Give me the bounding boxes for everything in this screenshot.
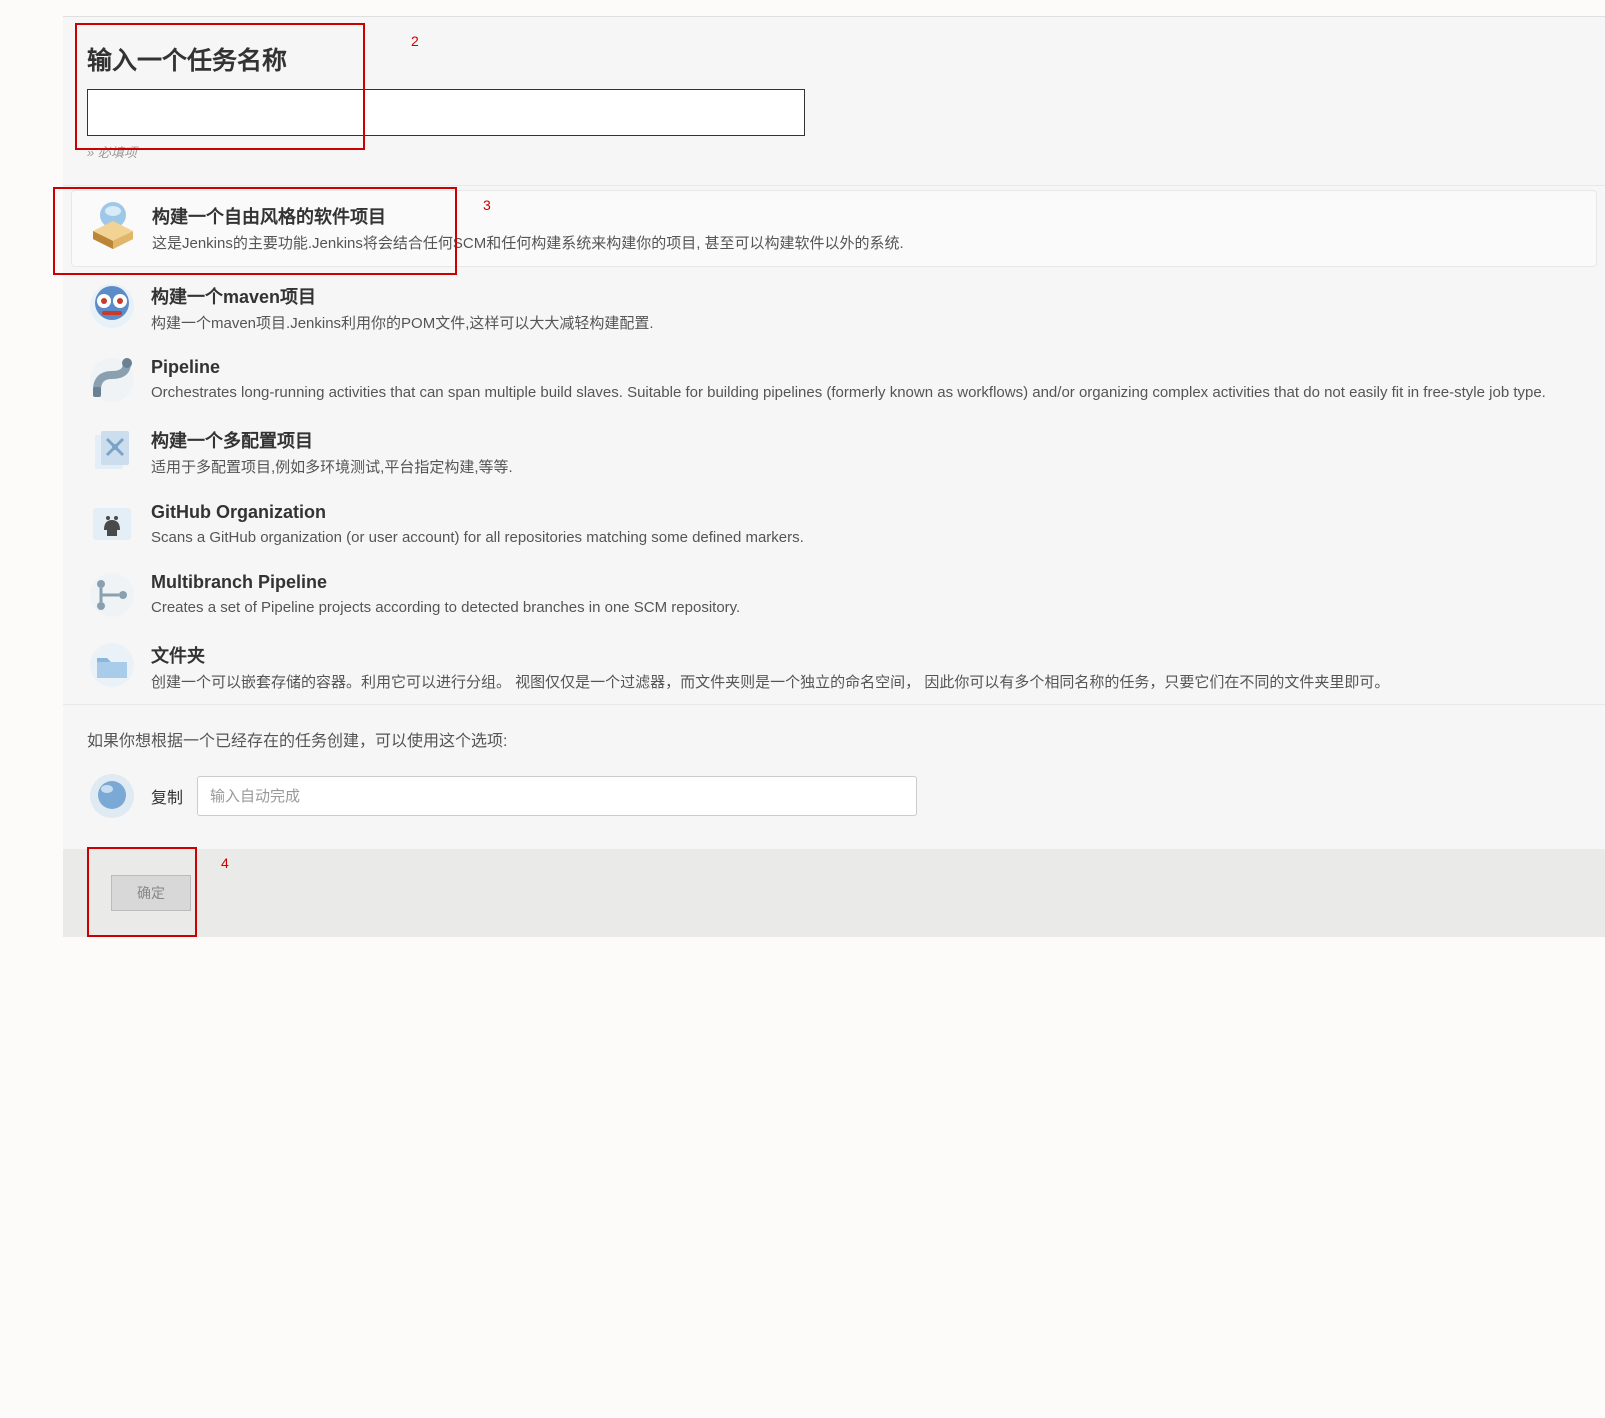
copy-hint: 如果你想根据一个已经存在的任务创建，可以使用这个选项: [87,727,1581,751]
item-desc: 创建一个可以嵌套存储的容器。利用它可以进行分组。 视图仅仅是一个过滤器，而文件夹… [151,672,1581,695]
project-types-list: 构建一个自由风格的软件项目 这是Jenkins的主要功能.Jenkins将会结合… [63,185,1605,704]
item-content: Pipeline Orchestrates long-running activ… [151,355,1581,405]
project-type-folder[interactable]: 文件夹 创建一个可以嵌套存储的容器。利用它可以进行分组。 视图仅仅是一个过滤器，… [63,630,1605,705]
ok-button[interactable]: 确定 [111,875,191,911]
annotation-label-4: 4 [221,855,229,871]
item-title: 构建一个maven项目 [151,283,1581,309]
footer-section: 4 确定 [63,849,1605,937]
item-content: GitHub Organization Scans a GitHub organ… [151,500,1581,550]
item-desc: 这是Jenkins的主要功能.Jenkins将会结合任何SCM和任何构建系统来构… [152,233,1580,256]
multibranch-icon [87,570,137,620]
annotation-label-2: 2 [411,33,419,49]
project-type-multiconfig[interactable]: 构建一个多配置项目 适用于多配置项目,例如多环境测试,平台指定构建,等等. [63,415,1605,490]
item-content: 构建一个多配置项目 适用于多配置项目,例如多环境测试,平台指定构建,等等. [151,425,1581,480]
item-title: 构建一个多配置项目 [151,427,1581,453]
item-content: 构建一个自由风格的软件项目 这是Jenkins的主要功能.Jenkins将会结合… [152,201,1580,256]
item-content: Multibranch Pipeline Creates a set of Pi… [151,570,1581,620]
item-desc: Scans a GitHub organization (or user acc… [151,527,1581,550]
item-desc: Creates a set of Pipeline projects accor… [151,597,1581,620]
pipeline-icon [87,355,137,405]
item-name-input[interactable] [87,89,805,136]
new-item-page: 2 3 输入一个任务名称 » 必填项 构建一个自由风格的软件项目 [63,16,1605,937]
copy-from-input[interactable] [197,776,917,816]
copy-label: 复制 [151,784,183,808]
item-content: 构建一个maven项目 构建一个maven项目.Jenkins利用你的POM文件… [151,281,1581,336]
box-icon [88,201,138,251]
page-title: 输入一个任务名称 [87,41,1581,77]
item-title: Multibranch Pipeline [151,572,1581,593]
item-title: GitHub Organization [151,502,1581,523]
item-desc: 构建一个maven项目.Jenkins利用你的POM文件,这样可以大大减轻构建配… [151,313,1581,336]
project-type-freestyle[interactable]: 构建一个自由风格的软件项目 这是Jenkins的主要功能.Jenkins将会结合… [71,190,1597,267]
item-content: 文件夹 创建一个可以嵌套存储的容器。利用它可以进行分组。 视图仅仅是一个过滤器，… [151,640,1581,695]
required-note: » 必填项 [87,142,1581,161]
project-type-maven[interactable]: 构建一个maven项目 构建一个maven项目.Jenkins利用你的POM文件… [63,271,1605,346]
project-type-multibranch[interactable]: Multibranch Pipeline Creates a set of Pi… [63,560,1605,630]
copy-sphere-icon [87,771,137,821]
item-title: 构建一个自由风格的软件项目 [152,203,1580,229]
item-title: Pipeline [151,357,1581,378]
folder-icon [87,640,137,690]
header-section: 输入一个任务名称 » 必填项 [63,17,1605,185]
item-desc: Orchestrates long-running activities tha… [151,382,1581,405]
annotation-label-3: 3 [483,197,491,213]
multiconfig-icon [87,425,137,475]
item-desc: 适用于多配置项目,例如多环境测试,平台指定构建,等等. [151,457,1581,480]
copy-row: 复制 [87,771,1581,821]
project-type-pipeline[interactable]: Pipeline Orchestrates long-running activ… [63,345,1605,415]
copy-from-section: 如果你想根据一个已经存在的任务创建，可以使用这个选项: 复制 [63,704,1605,849]
maven-icon [87,281,137,331]
github-icon [87,500,137,550]
project-type-github-org[interactable]: GitHub Organization Scans a GitHub organ… [63,490,1605,560]
item-title: 文件夹 [151,642,1581,668]
